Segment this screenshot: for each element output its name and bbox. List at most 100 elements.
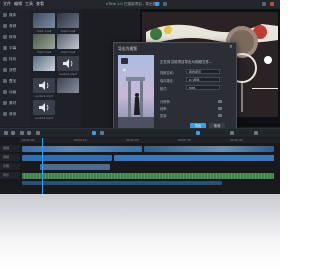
sidebar-item-audio[interactable]: 音频 [3,24,29,32]
stop-icon[interactable] [100,131,104,135]
quality-dropdown-icon[interactable] [218,114,222,117]
ruler-tick-label: 00:00:30 [178,138,191,142]
video-editor-window: 文件 编辑 工具 查看 xTitle 1.0 已渲染项目 - 导出视频 媒体 音… [0,0,280,194]
audio-clip[interactable] [22,155,112,161]
media-thumb-label: clip1.mp4 [36,29,52,33]
audio-thumb[interactable] [33,100,55,115]
sidebar-item-other[interactable]: 其他 [3,112,29,120]
dialog-message: 正在将当前项目导出为视频文件... [160,60,213,64]
more-icon [3,112,7,116]
zoom-in-icon[interactable] [254,131,258,135]
video-preview-thumbnail [118,55,154,129]
close-icon[interactable]: × [229,45,233,50]
caption-clip[interactable] [40,164,110,170]
assets-icon [3,101,7,105]
audio-clip[interactable] [114,155,274,161]
field-label-format: 格式: [160,87,168,91]
menu-file[interactable]: 文件 [3,1,11,7]
settings-icon[interactable] [163,2,167,6]
track-header-audio[interactable]: 音频 [0,154,20,161]
menu-tools[interactable]: 工具 [25,1,33,7]
timeline-panel: 00:00:00 00:00:10 00:00:20 00:00:30 00:0… [0,128,280,194]
field-label-name: 视频名称: [160,71,174,75]
filter-icon [3,68,7,72]
track-header-caption[interactable]: 字幕 [0,163,20,170]
export-icon[interactable] [196,131,200,135]
audio-icon [3,24,7,28]
sidebar-item-caption[interactable]: 字幕 [3,46,29,54]
video-clip[interactable] [144,146,274,152]
window-title: xTitle 1.0 已渲染项目 - 导出视频 [106,2,160,6]
effects-icon [3,57,7,61]
timeline-ruler[interactable]: 00:00:00 00:00:10 00:00:20 00:00:30 00:0… [20,138,280,143]
music-waveform-clip[interactable] [22,173,274,179]
zoom-out-icon[interactable] [230,131,234,135]
transition-icon [3,35,7,39]
person-silhouette [118,77,154,129]
media-thumb-label: clip4.mp4 [60,50,76,54]
framerate-dropdown-icon[interactable] [218,107,222,110]
close-window-icon[interactable] [270,2,274,6]
speaker-icon [39,103,49,112]
dialog-title: 导出为视频 [118,46,137,51]
audio-thumb[interactable] [33,78,55,93]
resolution-dropdown-icon[interactable] [218,100,222,103]
video-clip[interactable] [22,146,142,152]
media-thumb[interactable] [57,78,79,93]
menu-edit[interactable]: 编辑 [14,1,22,7]
minimize-icon[interactable] [262,2,266,6]
crop-icon[interactable] [36,131,40,135]
media-thumb[interactable] [33,34,55,49]
media-thumb-selected[interactable] [33,56,55,71]
save-path-input[interactable]: D:\视频 [186,77,220,82]
media-thumb[interactable] [57,13,79,28]
sidebar-item-effects[interactable]: 特效 [3,57,29,65]
media-thumb-label: audio3.mp3 [35,116,53,120]
track-header-video[interactable]: 视频 [0,145,20,152]
audio-thumb[interactable] [57,56,79,71]
audio-clip[interactable] [22,181,222,185]
sidebar-item-animation[interactable]: 动画 [3,90,29,98]
media-icon [3,13,7,17]
media-thumb[interactable] [33,13,55,28]
menu-view[interactable]: 查看 [36,1,44,7]
sidebar-item-filters[interactable]: 滤镜 [3,68,29,76]
media-thumb-label: audio1.mp3 [59,72,77,76]
ruler-tick-label: 00:00:10 [74,138,87,142]
sidebar-item-assets[interactable]: 素材 [3,101,29,109]
media-thumb-label: clip3.mp4 [36,50,52,54]
animation-icon [3,90,7,94]
undo-icon[interactable] [4,131,8,135]
title-bar: 文件 编辑 工具 查看 xTitle 1.0 已渲染项目 - 导出视频 [0,0,280,9]
field-label-path: 保存路径: [160,79,174,83]
ruler-tick-label: 00:00:00 [22,138,35,142]
caption-icon [3,46,7,50]
playhead[interactable] [42,138,43,194]
track-header-music[interactable]: 音乐 [0,172,20,179]
reflection-backdrop [0,194,280,270]
redo-icon[interactable] [11,131,15,135]
sidebar-item-media[interactable]: 媒体 [3,13,29,21]
split-icon[interactable] [20,131,24,135]
video-name-input[interactable]: 我的项目 [186,69,220,74]
media-thumb-label: audio2.mp3 [35,94,53,98]
play-timeline-icon[interactable] [92,131,96,135]
overlay-icon [3,79,7,83]
media-thumb-label: clip2.mp4 [60,29,76,33]
sidebar-item-overlay[interactable]: 叠加 [3,79,29,87]
ruler-tick-label: 00:00:40 [230,138,243,142]
option-label-resolution: 分辨率: [160,100,171,104]
share-icon[interactable] [155,2,159,6]
export-dialog: 导出为视频 × 正在将当前项目导出为视频文件... 视频名称: 我的项目 保存路… [113,42,237,134]
timeline-toolbar [0,129,280,137]
media-thumb[interactable] [57,34,79,49]
category-sidebar: 媒体 音频 转场 字幕 特效 滤镜 叠加 动画 素材 其他 [0,9,31,127]
sidebar-item-transition[interactable]: 转场 [3,35,29,43]
format-select[interactable]: MP4 [186,85,220,90]
speaker-icon [39,81,49,90]
option-label-framerate: 帧率: [160,107,168,111]
media-library: clip1.mp4 clip2.mp4 clip3.mp4 clip4.mp4 … [30,9,82,127]
ruler-tick-label: 00:00:20 [126,138,139,142]
speaker-icon [63,59,73,68]
delete-icon[interactable] [27,131,31,135]
